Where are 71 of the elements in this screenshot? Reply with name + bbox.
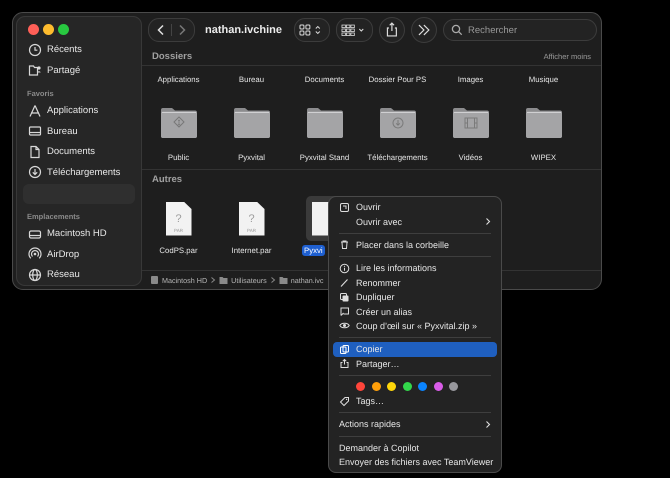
zoom-button[interactable] xyxy=(58,24,69,35)
search-icon xyxy=(451,24,464,36)
tag-icon xyxy=(339,396,350,407)
info-icon xyxy=(339,262,350,274)
share-icon xyxy=(339,358,350,370)
folder-download-icon[interactable] xyxy=(378,106,416,139)
tag-color-dot[interactable] xyxy=(449,382,458,392)
chevron-icon xyxy=(210,276,216,284)
globe-icon[interactable] xyxy=(28,268,42,282)
folder-icon[interactable] xyxy=(232,106,270,139)
tag-color-dot[interactable] xyxy=(372,382,380,392)
desktop-icon[interactable] xyxy=(28,124,42,138)
download-icon[interactable] xyxy=(28,165,42,180)
menu-item[interactable]: Lire les informations xyxy=(333,261,497,276)
tag-color-dot[interactable] xyxy=(356,382,365,392)
more-tools-button[interactable] xyxy=(411,17,438,43)
menu-item[interactable]: Ouvrir avec xyxy=(333,214,497,229)
chevron-icon xyxy=(485,420,491,429)
sidebar-item[interactable]: Partagé xyxy=(47,64,80,76)
alias-icon xyxy=(339,306,350,318)
group-button[interactable] xyxy=(336,18,374,42)
menu-item[interactable]: Partager… xyxy=(333,356,497,371)
section-heading: Autres xyxy=(152,174,182,184)
folder-icon xyxy=(278,275,288,285)
tag-color-dot[interactable] xyxy=(402,382,412,392)
sidebar-item[interactable]: Bureau xyxy=(47,126,78,137)
menu-item[interactable]: Ouvrir xyxy=(333,200,497,214)
document-icon[interactable] xyxy=(28,144,42,159)
window-title: nathan.ivchine xyxy=(205,24,282,36)
trash-icon xyxy=(339,239,350,250)
chevron-icon xyxy=(270,276,276,284)
sidebar-item[interactable]: Applications xyxy=(47,105,98,116)
tag-color-dot[interactable] xyxy=(434,382,442,392)
menu-item[interactable]: Coup d’œil sur « Pyxvital.zip » xyxy=(333,318,497,334)
menu-item[interactable]: Placer dans la corbeille xyxy=(333,238,497,252)
menu-item[interactable]: Demander à Copilot xyxy=(333,440,497,456)
file-glyph: ? xyxy=(175,212,182,224)
menu-item[interactable]: Copier xyxy=(333,342,497,357)
menu-item[interactable]: Actions rapides xyxy=(333,417,497,432)
tag-color-dot[interactable] xyxy=(387,382,396,392)
minimize-button[interactable] xyxy=(43,24,54,35)
menu-item[interactable]: Tags… xyxy=(333,394,497,408)
copy-icon xyxy=(339,344,350,355)
chevron-icon xyxy=(485,217,491,226)
airdrop-icon[interactable] xyxy=(28,247,42,262)
folder-film-icon[interactable] xyxy=(452,106,490,139)
folder-icon xyxy=(219,275,228,285)
share-button[interactable] xyxy=(379,17,406,43)
sidebar-item[interactable]: Documents xyxy=(47,146,96,158)
folder-icon[interactable] xyxy=(524,106,562,139)
menu-item[interactable]: Dupliquer xyxy=(333,290,497,304)
folder-icon[interactable] xyxy=(306,106,344,139)
search-field[interactable]: Rechercher xyxy=(443,19,598,41)
clock-icon[interactable] xyxy=(28,42,42,57)
sidebar-item[interactable]: Réseau xyxy=(47,269,80,280)
open-icon xyxy=(339,202,350,213)
file-glyph: ? xyxy=(248,212,255,224)
section-heading: Dossiers xyxy=(152,50,192,62)
duplicate-icon xyxy=(339,292,350,303)
close-button[interactable] xyxy=(28,24,39,35)
menu-item[interactable]: Créer un alias xyxy=(333,304,497,319)
pencil-icon xyxy=(339,277,350,288)
sidebar-item[interactable]: AirDrop xyxy=(47,248,80,260)
menu-item[interactable]: Envoyer des fichiers avec TeamViewer xyxy=(333,455,497,470)
sidebar-item[interactable]: Récents xyxy=(47,44,82,56)
sidebar-item[interactable]: Macintosh HD xyxy=(47,228,107,240)
menu-item[interactable]: Renommer xyxy=(333,276,497,290)
view-mode-button[interactable] xyxy=(294,18,330,42)
tag-color-dot[interactable] xyxy=(418,382,427,392)
apps-icon[interactable] xyxy=(28,104,42,118)
sidebar-item[interactable]: Téléchargements xyxy=(47,166,120,178)
